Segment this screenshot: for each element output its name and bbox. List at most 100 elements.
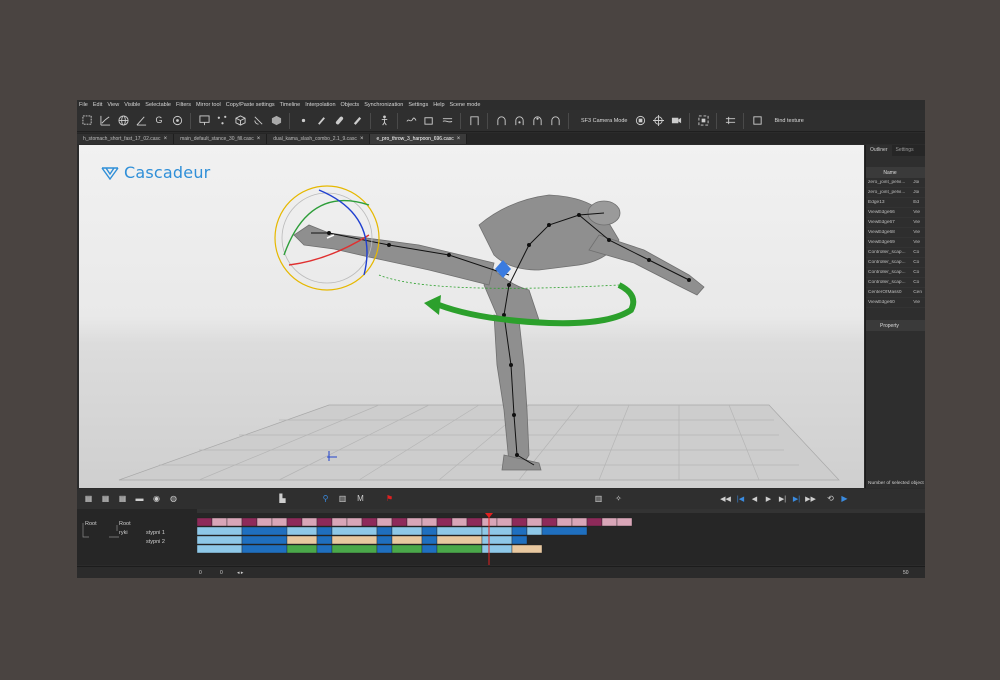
camera-rotate-icon[interactable]	[633, 114, 647, 128]
keyframe-interval[interactable]	[481, 526, 513, 536]
points-icon[interactable]	[215, 114, 229, 128]
keyframe[interactable]	[406, 517, 423, 527]
close-icon[interactable]: ×	[457, 136, 461, 142]
keyframe-interval[interactable]	[241, 535, 288, 545]
fast-forward-icon[interactable]: ▶▶	[805, 493, 816, 504]
rewind-icon[interactable]: ◀◀	[720, 493, 731, 504]
keyframe-interval[interactable]	[436, 526, 483, 536]
keyframe[interactable]	[301, 517, 318, 527]
track-root[interactable]: Root	[85, 521, 97, 527]
rotate-icon[interactable]	[251, 114, 265, 128]
keyframe[interactable]	[586, 517, 603, 527]
layer-group-icon[interactable]: ▦	[117, 493, 128, 504]
frame-focus-icon[interactable]	[696, 114, 710, 128]
keyframe[interactable]	[256, 517, 273, 527]
outliner-row[interactable]: ViewEdge60 Vie	[866, 298, 925, 308]
track-ryki[interactable]: ryki	[119, 530, 128, 536]
record-icon[interactable]: ◍	[168, 493, 179, 504]
keyframe-interval[interactable]	[286, 544, 318, 554]
keyframe-interval[interactable]	[481, 535, 513, 545]
frame-current[interactable]: 0	[220, 570, 223, 576]
camera-mode-label[interactable]: SF3 Camera Mode	[581, 118, 627, 124]
flag-icon[interactable]: ⚑	[384, 493, 395, 504]
menu-objects[interactable]: Objects	[341, 102, 360, 108]
g-icon[interactable]: G	[152, 114, 166, 128]
texture-icon[interactable]	[750, 114, 764, 128]
frame-end[interactable]: 50	[903, 570, 909, 576]
step-forward-icon[interactable]: ▶|	[777, 493, 788, 504]
track-stypni-2[interactable]: stypni 2	[146, 539, 165, 545]
rotation-gizmo[interactable]	[274, 185, 380, 291]
lasso-icon[interactable]	[197, 114, 211, 128]
outliner-row[interactable]: Edge13 Ed	[866, 198, 925, 208]
menu-selectable[interactable]: Selectable	[145, 102, 171, 108]
menu-visible[interactable]: Visible	[124, 102, 140, 108]
tab-file-2[interactable]: main_default_stance_30_fill.casc ×	[174, 134, 268, 144]
brush-icon[interactable]	[314, 114, 328, 128]
key-icon[interactable]: ⚲	[320, 493, 331, 504]
cube-icon[interactable]	[233, 114, 247, 128]
loop-icon[interactable]: ⟲	[825, 493, 836, 504]
dot-icon[interactable]	[296, 114, 310, 128]
keyframe-interval[interactable]	[391, 526, 423, 536]
arch-b-icon[interactable]	[530, 114, 544, 128]
keyframe-interval[interactable]	[421, 535, 438, 545]
keyframe-interval[interactable]	[391, 535, 423, 545]
video-camera-icon[interactable]	[669, 114, 683, 128]
keyframe-interval[interactable]	[541, 526, 588, 536]
menu-view[interactable]: View	[107, 102, 119, 108]
outliner-row[interactable]: Controller_scap... Co	[866, 268, 925, 278]
keyframe-interval[interactable]	[511, 544, 543, 554]
outliner-column-header[interactable]: Name	[866, 167, 925, 178]
book-icon[interactable]: ▥	[337, 493, 348, 504]
keyframe-interval[interactable]	[331, 526, 378, 536]
target-icon[interactable]	[170, 114, 184, 128]
outliner-row[interactable]: ViewEdge68 Vie	[866, 228, 925, 238]
split-icon[interactable]: ▥	[593, 493, 604, 504]
keyframe[interactable]	[316, 517, 333, 527]
tab-file-1[interactable]: h_stomach_short_fast_17_02.casc ×	[77, 134, 175, 144]
keyframe[interactable]	[526, 517, 543, 527]
chart-icon[interactable]: ▙	[277, 493, 288, 504]
keyframe[interactable]	[197, 517, 213, 527]
keyframe[interactable]	[346, 517, 363, 527]
menu-edit[interactable]: Edit	[93, 102, 102, 108]
play-icon[interactable]: ▶	[763, 493, 774, 504]
keyframe-interval[interactable]	[421, 526, 438, 536]
keyframe[interactable]	[271, 517, 288, 527]
close-icon[interactable]: ×	[360, 136, 364, 142]
mirror-icon[interactable]	[723, 114, 737, 128]
arch-c-icon[interactable]	[548, 114, 562, 128]
keyframe-track-area[interactable]	[197, 513, 925, 565]
tab-file-4-active[interactable]: e_pro_throw_3_harpoon_696.casc ×	[370, 134, 468, 144]
keyframe-interval[interactable]	[316, 544, 333, 554]
curve-icon[interactable]	[404, 114, 418, 128]
keyframe[interactable]	[511, 517, 528, 527]
keyframe[interactable]	[541, 517, 558, 527]
next-key-icon[interactable]: ▶|	[791, 493, 802, 504]
bracket-icon[interactable]	[467, 114, 481, 128]
add-layer-icon[interactable]: ▦	[83, 493, 94, 504]
keyframe[interactable]	[571, 517, 588, 527]
close-icon[interactable]: ×	[257, 136, 261, 142]
keyframe-interval[interactable]	[286, 526, 318, 536]
graph-icon[interactable]	[98, 114, 112, 128]
curve-select-icon[interactable]	[422, 114, 436, 128]
bind-texture-label[interactable]: Bind texture	[774, 118, 803, 124]
keyframe-interval[interactable]	[331, 544, 378, 554]
menu-synchronization[interactable]: Synchronization	[364, 102, 403, 108]
menu-file[interactable]: File	[79, 102, 88, 108]
keyframe[interactable]	[241, 517, 258, 527]
keyframe[interactable]	[226, 517, 243, 527]
tab-outliner[interactable]: Outliner	[866, 145, 892, 156]
keyframe[interactable]	[451, 517, 468, 527]
menu-scene-mode[interactable]: Scene mode	[450, 102, 481, 108]
capsule-icon[interactable]	[332, 114, 346, 128]
outliner-row[interactable]: Controller_scap... Co	[866, 258, 925, 268]
outliner-row[interactable]: ViewEdge69 Vie	[866, 238, 925, 248]
outliner-row[interactable]: ViewEdge67 Vie	[866, 218, 925, 228]
keyframe-interval[interactable]	[197, 535, 243, 545]
keyframe-interval[interactable]	[197, 544, 243, 554]
keyframe[interactable]	[421, 517, 438, 527]
solid-cube-icon[interactable]	[269, 114, 283, 128]
